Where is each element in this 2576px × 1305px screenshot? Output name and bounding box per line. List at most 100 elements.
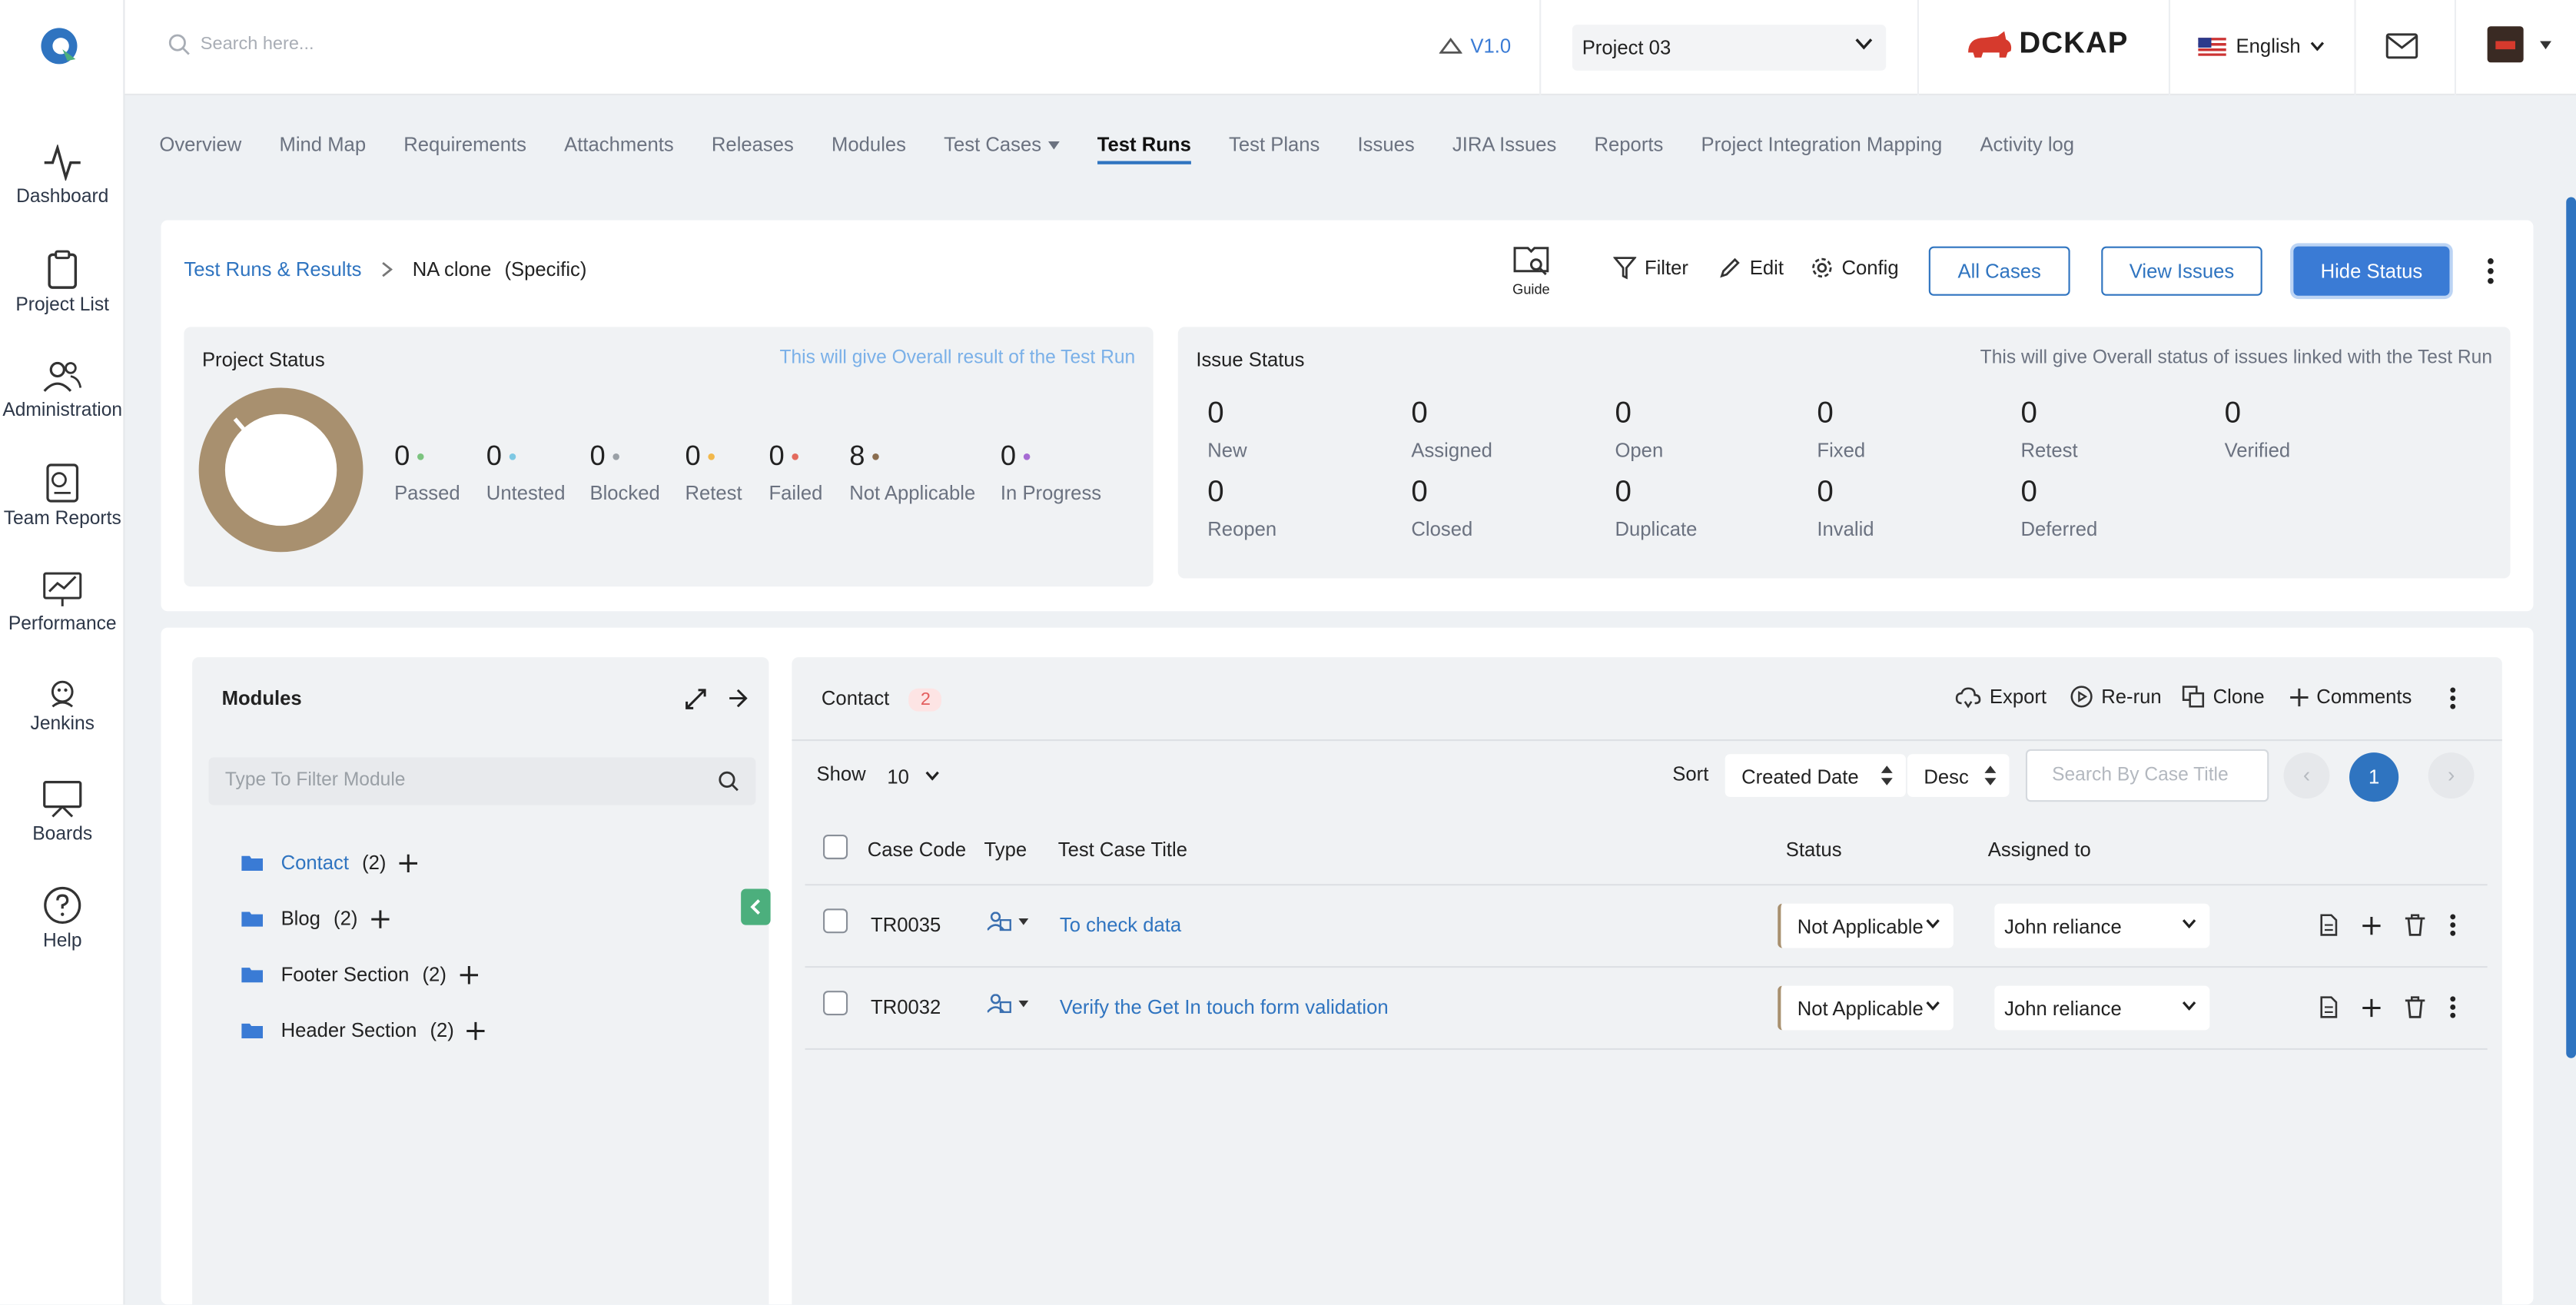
trash-icon[interactable] bbox=[2405, 996, 2425, 1019]
config-button[interactable]: Config bbox=[1811, 256, 1899, 279]
more-vertical-icon[interactable] bbox=[2449, 687, 2456, 710]
module-item[interactable]: Footer Section (2) bbox=[241, 963, 478, 986]
comments-button[interactable]: Comments bbox=[2290, 685, 2412, 708]
tab-activity-log[interactable]: Activity log bbox=[1980, 133, 2074, 156]
sidebar-item-project-list[interactable]: Project List bbox=[0, 250, 124, 315]
plus-icon[interactable] bbox=[399, 853, 418, 872]
more-vertical-icon[interactable] bbox=[2488, 258, 2495, 284]
plus-icon[interactable] bbox=[459, 965, 478, 984]
tab-requirements[interactable]: Requirements bbox=[403, 133, 526, 156]
sort-field-select[interactable]: Created Date bbox=[1725, 754, 1906, 797]
breadcrumb-link[interactable]: Test Runs & Results bbox=[184, 258, 361, 281]
pencil-icon bbox=[1720, 257, 1740, 278]
sidebar-item-dashboard[interactable]: Dashboard bbox=[0, 144, 124, 207]
status-select[interactable]: Not Applicable bbox=[1778, 903, 1954, 948]
collapse-panel-button[interactable] bbox=[741, 888, 771, 925]
tab-label: Mind Map bbox=[279, 133, 367, 157]
status-select[interactable]: Not Applicable bbox=[1778, 985, 1954, 1031]
tab-project-integration-mapping[interactable]: Project Integration Mapping bbox=[1701, 133, 1943, 156]
view-issues-button[interactable]: View Issues bbox=[2101, 246, 2262, 296]
clone-label: Clone bbox=[2213, 685, 2265, 709]
sidebar-item-jenkins[interactable]: Jenkins bbox=[0, 679, 124, 735]
tab-issues[interactable]: Issues bbox=[1358, 133, 1415, 156]
search-icon[interactable] bbox=[718, 771, 739, 792]
divider bbox=[805, 966, 2488, 968]
select-all-checkbox[interactable] bbox=[823, 835, 848, 860]
manual-test-type-icon[interactable] bbox=[987, 912, 1031, 931]
row-checkbox[interactable] bbox=[823, 908, 848, 934]
trash-icon[interactable] bbox=[2405, 914, 2425, 937]
issue-stat-value: 0 bbox=[1207, 474, 1224, 508]
status-dot bbox=[792, 453, 799, 460]
tab-test-cases[interactable]: Test Cases bbox=[944, 133, 1060, 156]
rerun-button[interactable]: Re-run bbox=[2070, 685, 2162, 708]
status-stat: 0 Untested bbox=[486, 440, 566, 504]
guide-button[interactable]: Guide bbox=[1512, 245, 1551, 297]
module-item[interactable]: Header Section (2) bbox=[241, 1018, 486, 1041]
tab-reports[interactable]: Reports bbox=[1595, 133, 1664, 156]
page-scrollbar[interactable] bbox=[2566, 197, 2576, 1058]
plus-icon[interactable] bbox=[2362, 916, 2381, 935]
manual-test-type-icon[interactable] bbox=[987, 994, 1031, 1014]
status-dot bbox=[1024, 453, 1031, 460]
sidebar-item-administration[interactable]: Administration bbox=[0, 358, 124, 420]
module-item[interactable]: Contact (2) bbox=[241, 851, 418, 874]
page-size-select[interactable]: 10 bbox=[871, 754, 947, 797]
export-button[interactable]: Export bbox=[1955, 685, 2047, 708]
tab-attachments[interactable]: Attachments bbox=[564, 133, 674, 156]
arrow-right-icon[interactable] bbox=[728, 689, 748, 709]
tab-test-plans[interactable]: Test Plans bbox=[1229, 133, 1320, 156]
language-select[interactable]: English bbox=[2198, 35, 2325, 58]
sidebar-item-boards[interactable]: Boards bbox=[0, 779, 124, 845]
hide-status-button[interactable]: Hide Status bbox=[2293, 246, 2450, 296]
tab-releases[interactable]: Releases bbox=[712, 133, 794, 156]
tab-jira-issues[interactable]: JIRA Issues bbox=[1452, 133, 1556, 156]
more-vertical-icon[interactable] bbox=[2449, 914, 2456, 937]
project-select[interactable]: Project 03 bbox=[1572, 25, 1887, 71]
mail-button[interactable] bbox=[2385, 33, 2418, 68]
expand-icon[interactable] bbox=[685, 689, 706, 710]
issue-stat-value: 0 bbox=[1615, 474, 1632, 508]
case-title-link[interactable]: To check data bbox=[1060, 914, 1181, 937]
user-avatar[interactable] bbox=[2487, 26, 2524, 63]
tab-mind-map[interactable]: Mind Map bbox=[279, 133, 366, 156]
document-icon[interactable] bbox=[2320, 914, 2339, 937]
filter-button[interactable]: Filter bbox=[1613, 256, 1688, 280]
case-title-link[interactable]: Verify the Get In touch form validation bbox=[1060, 996, 1389, 1019]
rhino-icon bbox=[1968, 30, 2012, 57]
plus-icon[interactable] bbox=[2362, 998, 2381, 1018]
tab-test-runs[interactable]: Test Runs bbox=[1097, 133, 1192, 164]
all-cases-button[interactable]: All Cases bbox=[1928, 246, 2070, 296]
sidebar-item-help[interactable]: Help bbox=[0, 885, 124, 951]
divider bbox=[2454, 0, 2457, 95]
assignee-select[interactable]: John reliance bbox=[1994, 985, 2210, 1031]
clone-button[interactable]: Clone bbox=[2182, 685, 2265, 708]
app-logo[interactable] bbox=[39, 26, 78, 65]
row-checkbox[interactable] bbox=[823, 991, 848, 1016]
tab-modules[interactable]: Modules bbox=[832, 133, 906, 156]
edit-button[interactable]: Edit bbox=[1718, 256, 1784, 279]
search-input[interactable]: Search here... bbox=[201, 35, 314, 55]
plus-icon[interactable] bbox=[466, 1021, 486, 1040]
sort-order-select[interactable]: Desc bbox=[1907, 754, 2010, 797]
sidebar-item-team-reports[interactable]: Team Reports bbox=[0, 463, 124, 529]
issue-stat: 0 New bbox=[1207, 396, 1247, 462]
global-search[interactable]: Search here... bbox=[168, 33, 314, 56]
assignee-value: John reliance bbox=[2004, 915, 2122, 938]
tab-overview[interactable]: Overview bbox=[159, 133, 241, 156]
case-search-input[interactable]: Search By Case Title bbox=[2025, 749, 2269, 802]
more-vertical-icon[interactable] bbox=[2449, 996, 2456, 1019]
next-page-button[interactable]: › bbox=[2428, 752, 2475, 799]
assignee-select[interactable]: John reliance bbox=[1994, 903, 2210, 948]
sidebar-item-performance[interactable]: Performance bbox=[0, 569, 124, 634]
document-icon[interactable] bbox=[2320, 996, 2339, 1019]
stat-label: Blocked bbox=[589, 481, 660, 505]
version-badge[interactable]: V1.0 bbox=[1439, 35, 1511, 58]
caret-down-icon[interactable] bbox=[2540, 41, 2552, 50]
issue-stat-label: Open bbox=[1615, 438, 1664, 462]
current-page[interactable]: 1 bbox=[2349, 752, 2399, 802]
module-item[interactable]: Blog (2) bbox=[241, 907, 390, 930]
plus-icon[interactable] bbox=[370, 909, 390, 928]
prev-page-button[interactable]: ‹ bbox=[2283, 752, 2330, 799]
module-filter-input[interactable]: Type To Filter Module bbox=[208, 757, 756, 805]
